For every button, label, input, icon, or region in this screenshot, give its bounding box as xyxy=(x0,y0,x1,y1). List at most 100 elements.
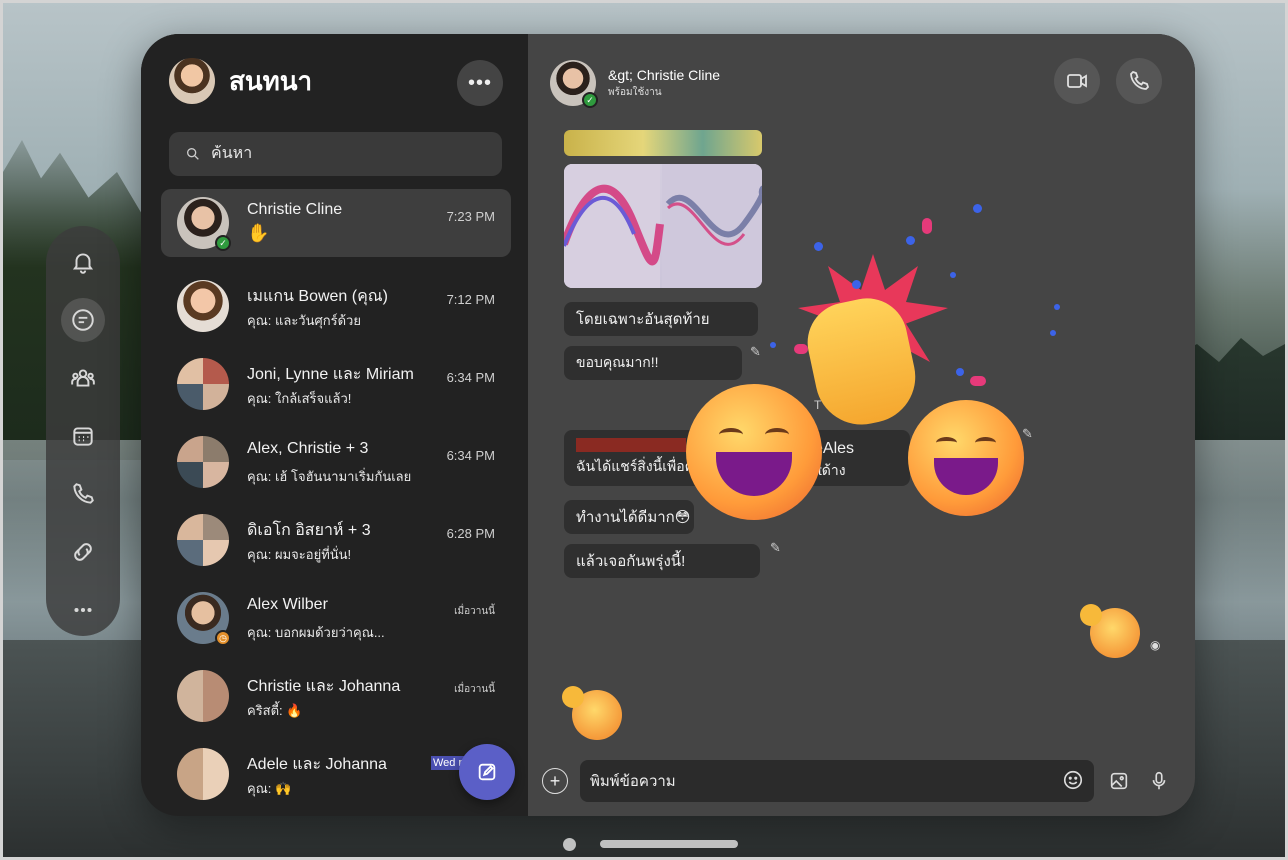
conversation-item[interactable]: Christie และ Johanna คริสตี้: 🔥 เมื่อวาน… xyxy=(161,657,511,735)
app-rail xyxy=(46,226,120,636)
conversation-item[interactable]: เมแกน Bowen (คุณ) คุณ: และวันศุกร์ด้วย 7… xyxy=(161,267,511,345)
teams-button[interactable] xyxy=(61,356,105,400)
image-button[interactable] xyxy=(1106,768,1132,794)
available-status-icon: ✓ xyxy=(582,92,598,108)
teams-window: สนทนา ••• ✓ Christie Cline ✋ 7:23 PM เมแ… xyxy=(141,34,1195,816)
chat-message[interactable]: ขอบคุณมาก!! xyxy=(564,346,742,380)
conversation-item[interactable]: ✓ Christie Cline ✋ 7:23 PM xyxy=(161,189,511,257)
message-composer[interactable] xyxy=(580,760,1094,802)
chat-message[interactable]: แล้วเจอกันพรุ่งนี้! xyxy=(564,544,760,578)
conversation-name: Adele และ Johanna xyxy=(247,756,387,773)
chat-contact-status: พร้อมใช้งาน xyxy=(608,86,662,98)
avatar[interactable] xyxy=(169,58,215,104)
more-icon xyxy=(74,607,92,613)
conversation-time: 6:28 PM xyxy=(446,526,495,541)
conversation-item[interactable]: ดิเอโก อิสยาห์ + 3 คุณ: ผมจะอยู่ที่นั่น!… xyxy=(161,501,511,579)
message-input[interactable] xyxy=(590,772,1030,790)
compose-icon xyxy=(478,763,496,781)
conversation-preview: คุณ: ใกล้เสร็จแล้ว! xyxy=(247,391,352,406)
emoji-icon xyxy=(1063,770,1083,790)
chat-message[interactable]: ทำงานได้ดีมาก😳 xyxy=(564,500,694,534)
mic-button[interactable] xyxy=(1146,768,1172,794)
add-attachment-button[interactable]: + xyxy=(542,768,568,794)
chat-button[interactable] xyxy=(61,298,105,342)
chat-contact-name[interactable]: &gt; Christie Cline xyxy=(608,67,720,83)
confetti-piece xyxy=(970,376,986,386)
available-status-icon: ✓ xyxy=(215,235,231,251)
conversation-list: ✓ Christie Cline ✋ 7:23 PM เมแกน Bowen (… xyxy=(161,189,511,813)
edited-icon: ✎ xyxy=(750,344,761,359)
emoji-button[interactable] xyxy=(1062,769,1084,796)
bell-icon xyxy=(72,253,94,274)
chat-message[interactable]: โดยเฉพาะอันสุดท้าย xyxy=(564,302,758,336)
conversation-item[interactable]: ◷ Alex Wilber คุณ: บอกผมด้วยว่าคุณ... เม… xyxy=(161,579,511,657)
search-input[interactable] xyxy=(211,145,471,163)
window-grab-bar[interactable] xyxy=(600,840,738,848)
chat-icon xyxy=(72,309,94,331)
confetti-dot xyxy=(814,242,823,251)
search-icon xyxy=(187,148,199,160)
confetti-dot xyxy=(950,272,956,278)
conversation-time: เมื่อวานนี้ xyxy=(454,606,495,617)
wave-reaction-icon xyxy=(562,686,622,740)
card-banner xyxy=(576,438,686,452)
calendar-icon xyxy=(73,427,93,446)
conversation-name: Joni, Lynne และ Miriam xyxy=(247,366,414,383)
conversation-time: 6:34 PM xyxy=(446,370,495,385)
conversation-name: Christie Cline xyxy=(247,201,343,218)
shared-image[interactable] xyxy=(564,164,762,288)
video-call-button[interactable] xyxy=(1054,58,1100,104)
avatar[interactable]: ✓ xyxy=(550,60,598,108)
conversation-time: 7:23 PM xyxy=(446,209,495,224)
list-header: สนทนา xyxy=(169,58,312,104)
search-box[interactable] xyxy=(169,132,502,176)
more-icon: ••• xyxy=(467,71,492,94)
conversation-name: Alex, Christie + 3 xyxy=(247,440,369,457)
conversation-preview: คุณ: ผมจะอยู่ที่นั่น! xyxy=(247,547,352,562)
edited-icon: ✎ xyxy=(770,540,781,555)
mic-icon xyxy=(1152,771,1166,790)
group-avatar xyxy=(177,748,229,800)
activity-button[interactable] xyxy=(61,240,105,284)
conversation-name: Alex Wilber xyxy=(247,596,328,613)
grinning-emoji-icon xyxy=(908,400,1024,516)
confetti-dot xyxy=(770,342,776,348)
phone-icon xyxy=(73,483,94,504)
conversation-preview: คุณ: เฮ้ โจฮันนามาเริ่มกันเลย xyxy=(247,469,412,484)
edited-icon: ✎ xyxy=(1022,426,1033,441)
new-chat-button[interactable] xyxy=(459,744,515,800)
conversation-item[interactable]: Alex, Christie + 3 คุณ: เฮ้ โจฮันนามาเริ… xyxy=(161,423,511,501)
add-icon: + xyxy=(549,770,561,791)
confetti-dot xyxy=(1050,330,1056,336)
group-avatar xyxy=(177,670,229,722)
window-control-dot[interactable] xyxy=(563,838,576,851)
calendar-button[interactable] xyxy=(61,414,105,458)
conversation-list-pane: สนทนา ••• ✓ Christie Cline ✋ 7:23 PM เมแ… xyxy=(141,34,528,816)
calls-button[interactable] xyxy=(61,472,105,516)
loop-icon xyxy=(74,543,92,561)
group-avatar xyxy=(177,514,229,566)
confetti-dot xyxy=(973,204,982,213)
conversation-time: เมื่อวานนี้ xyxy=(454,684,495,695)
confetti-dot xyxy=(852,280,861,289)
conversation-item[interactable]: Joni, Lynne และ Miriam คุณ: ใกล้เสร็จแล้… xyxy=(161,345,511,423)
confetti-dot xyxy=(906,236,915,245)
more-apps-button[interactable] xyxy=(61,588,105,632)
page-title: สนทนา xyxy=(229,65,313,96)
loop-button[interactable] xyxy=(61,530,105,574)
chat-pane: ✓ &gt; Christie Cline พร้อมใช้งาน โดยเฉพ… xyxy=(528,34,1195,816)
conversation-preview: คุณ: บอกผมด้วยว่าคุณ... xyxy=(247,625,385,640)
video-icon xyxy=(1067,74,1087,88)
grinning-emoji-icon xyxy=(686,384,822,520)
audio-call-button[interactable] xyxy=(1116,58,1162,104)
more-options-button[interactable]: ••• xyxy=(457,60,503,106)
conversation-name: Christie และ Johanna xyxy=(247,678,401,695)
avatar: ◷ xyxy=(177,592,231,646)
shared-image[interactable] xyxy=(564,130,762,156)
teams-icon xyxy=(71,369,95,387)
image-thumbnail xyxy=(564,164,762,288)
away-status-icon: ◷ xyxy=(215,630,231,646)
conversation-time: 6:34 PM xyxy=(446,448,495,463)
confetti-dot xyxy=(956,368,964,376)
wave-reaction-icon xyxy=(1080,604,1140,658)
